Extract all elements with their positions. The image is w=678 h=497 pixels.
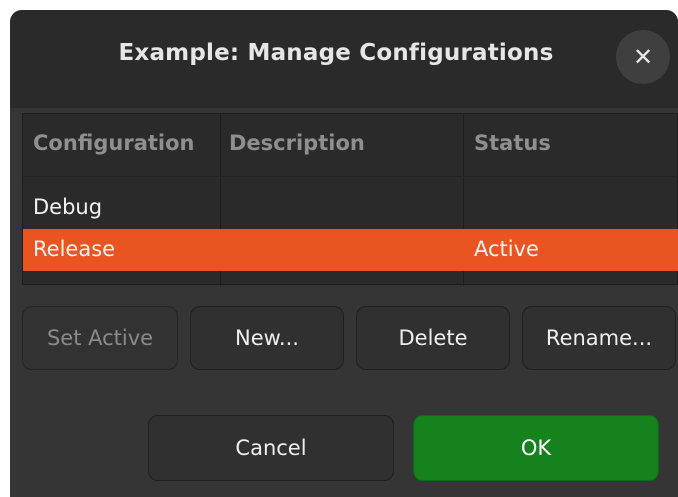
table-row-selected[interactable]: Release Active (23, 229, 678, 271)
table-row[interactable]: Debug (23, 187, 678, 229)
dialog-title: Example: Manage Configurations (118, 40, 554, 66)
configurations-table[interactable]: Configuration Description Status Debug R… (22, 113, 678, 286)
cancel-button[interactable]: Cancel (148, 415, 394, 481)
rename-button[interactable]: Rename... (522, 306, 676, 370)
column-header-configuration[interactable]: Configuration (33, 131, 194, 155)
close-button[interactable]: ✕ (616, 30, 670, 84)
configuration-cell: Debug (33, 195, 103, 219)
title-bar: Example: Manage Configurations ✕ (10, 10, 678, 108)
column-header-description[interactable]: Description (229, 131, 365, 155)
header-divider (23, 176, 678, 177)
ok-button[interactable]: OK (413, 415, 659, 481)
delete-button[interactable]: Delete (356, 306, 510, 370)
column-header-status[interactable]: Status (474, 131, 551, 155)
new-button[interactable]: New... (190, 306, 344, 370)
status-cell: Active (474, 237, 539, 261)
set-active-button[interactable]: Set Active (22, 306, 178, 370)
configuration-cell: Release (33, 237, 116, 261)
close-icon: ✕ (632, 43, 654, 71)
dialog-content: Configuration Description Status Debug R… (10, 108, 678, 497)
manage-configurations-dialog: Example: Manage Configurations ✕ Configu… (10, 10, 678, 497)
